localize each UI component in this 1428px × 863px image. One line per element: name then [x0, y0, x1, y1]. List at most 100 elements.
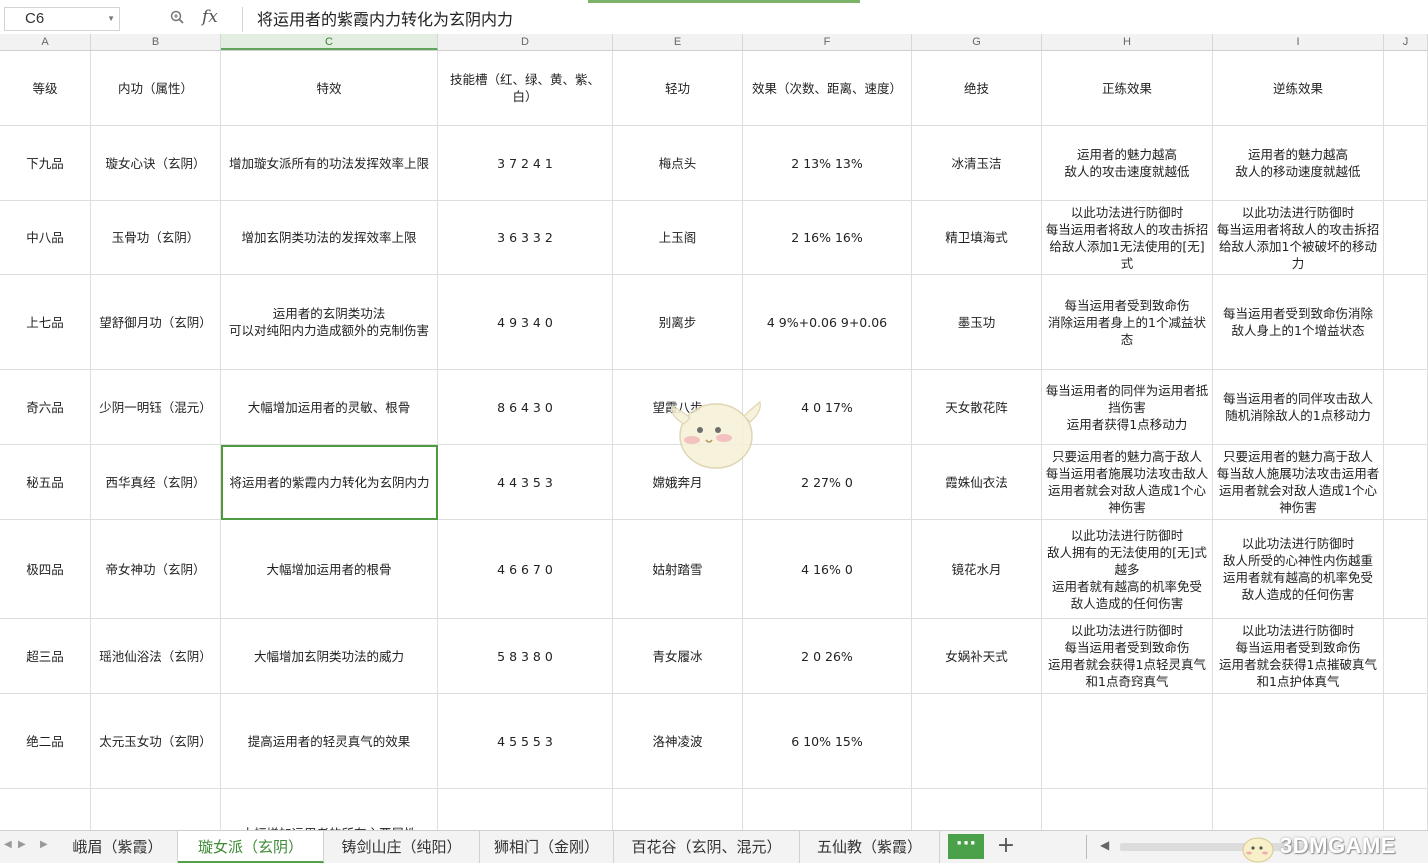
- table-cell[interactable]: 将运用者的紫霞内力转化为玄阴内力: [221, 445, 438, 520]
- table-cell[interactable]: 以此功法进行防御时 每当运用者将敌人的攻击拆招 给敌人添加1无法使用的[无]式: [1042, 201, 1213, 275]
- table-cell[interactable]: 青女履冰: [613, 619, 743, 694]
- table-cell[interactable]: 超三品: [0, 619, 91, 694]
- sheet-tab[interactable]: 峨眉（紫霞）: [58, 831, 178, 863]
- column-header-c[interactable]: C: [221, 34, 438, 50]
- column-header-i[interactable]: I: [1213, 34, 1384, 50]
- sheet-tab[interactable]: 百花谷（玄阴、混元）: [614, 831, 800, 863]
- table-cell[interactable]: 太元玉女功（玄阴）: [91, 694, 221, 789]
- header-cell[interactable]: 效果（次数、距离、速度）: [743, 51, 912, 126]
- table-cell[interactable]: 2 0 26%: [743, 619, 912, 694]
- table-cell[interactable]: 墨玉功: [912, 275, 1042, 370]
- table-cell[interactable]: 3 6 3 3 2: [438, 201, 613, 275]
- table-cell[interactable]: 3 7 2 4 1: [438, 126, 613, 201]
- table-cell[interactable]: 每当运用者的同伴攻击敌人 随机消除敌人的1点移动力: [1213, 370, 1384, 445]
- table-cell[interactable]: 镜花水月: [912, 520, 1042, 619]
- column-header-j[interactable]: J: [1384, 34, 1428, 50]
- table-cell[interactable]: 大幅增加玄阴类功法的威力: [221, 619, 438, 694]
- table-cell[interactable]: 2 16% 16%: [743, 201, 912, 275]
- table-cell[interactable]: [1384, 520, 1428, 619]
- table-cell[interactable]: [1384, 201, 1428, 275]
- table-cell[interactable]: 以此功法进行防御时 敌人所受的心神性内伤越重 运用者就有越高的机率免受 敌人造成…: [1213, 520, 1384, 619]
- table-cell[interactable]: 运用者的魅力越高 敌人的攻击速度就越低: [1042, 126, 1213, 201]
- header-cell[interactable]: 内功（属性）: [91, 51, 221, 126]
- column-header-f[interactable]: F: [743, 34, 912, 50]
- table-cell[interactable]: 大幅增加运用者的所有主要属性: [221, 789, 438, 830]
- table-cell[interactable]: [91, 789, 221, 830]
- header-cell[interactable]: 绝技: [912, 51, 1042, 126]
- table-cell[interactable]: [743, 789, 912, 830]
- table-cell[interactable]: 8 6 4 3 0: [438, 370, 613, 445]
- formula-input[interactable]: 将运用者的紫霞内力转化为玄阴内力: [242, 7, 1428, 32]
- table-cell[interactable]: 2 27% 0: [743, 445, 912, 520]
- table-cell[interactable]: 4 16% 0: [743, 520, 912, 619]
- table-cell[interactable]: 每当运用者受到致命伤 消除运用者身上的1个减益状态: [1042, 275, 1213, 370]
- table-cell[interactable]: 4 9%+0.06 9+0.06: [743, 275, 912, 370]
- table-cell[interactable]: 天女散花阵: [912, 370, 1042, 445]
- header-cell[interactable]: [1384, 51, 1428, 126]
- table-cell[interactable]: [613, 789, 743, 830]
- column-header-g[interactable]: G: [912, 34, 1042, 50]
- more-sheets-button[interactable]: ···: [948, 834, 984, 859]
- table-cell[interactable]: 梅点头: [613, 126, 743, 201]
- table-cell[interactable]: 上玉阁: [613, 201, 743, 275]
- table-cell[interactable]: 冰清玉洁: [912, 126, 1042, 201]
- header-cell[interactable]: 技能槽（红、绿、黄、紫、白）: [438, 51, 613, 126]
- table-cell[interactable]: 只要运用者的魅力高于敌人 每当敌人施展功法攻击运用者 运用者就会对敌人造成1个心…: [1213, 445, 1384, 520]
- table-cell[interactable]: [1384, 619, 1428, 694]
- next-sheet-icon[interactable]: ▶: [40, 839, 48, 850]
- zoom-icon[interactable]: [170, 10, 184, 24]
- table-cell[interactable]: 以此功法进行防御时 敌人拥有的无法使用的[无]式越多 运用者就有越高的机率免受 …: [1042, 520, 1213, 619]
- table-cell[interactable]: 运用者的玄阴类功法 可以对纯阳内力造成额外的克制伤害: [221, 275, 438, 370]
- table-cell[interactable]: 望舒御月功（玄阴）: [91, 275, 221, 370]
- column-header-e[interactable]: E: [613, 34, 743, 50]
- table-cell[interactable]: 璇女心诀（玄阴）: [91, 126, 221, 201]
- table-cell[interactable]: 以此功法进行防御时 每当运用者受到致命伤 运用者就会获得1点摧破真气 和1点护体…: [1213, 619, 1384, 694]
- header-cell[interactable]: 特效: [221, 51, 438, 126]
- header-cell[interactable]: 等级: [0, 51, 91, 126]
- table-cell[interactable]: [912, 694, 1042, 789]
- table-cell[interactable]: 玉骨功（玄阴）: [91, 201, 221, 275]
- table-cell[interactable]: 大幅增加运用者的灵敏、根骨: [221, 370, 438, 445]
- table-cell[interactable]: 极四品: [0, 520, 91, 619]
- table-cell[interactable]: [1213, 694, 1384, 789]
- sheet-tab[interactable]: 铸剑山庄（纯阳）: [324, 831, 480, 863]
- table-cell[interactable]: [1213, 789, 1384, 830]
- table-cell[interactable]: 4 4 3 5 3: [438, 445, 613, 520]
- table-cell[interactable]: 2 13% 13%: [743, 126, 912, 201]
- column-header-a[interactable]: A: [0, 34, 91, 50]
- table-cell[interactable]: 以此功法进行防御时 每当运用者将敌人的攻击拆招 给敌人添加1个被破坏的移动力: [1213, 201, 1384, 275]
- table-cell[interactable]: [1384, 126, 1428, 201]
- table-cell[interactable]: 增加璇女派所有的功法发挥效率上限: [221, 126, 438, 201]
- sheet-tab[interactable]: 狮相门（金刚）: [480, 831, 614, 863]
- table-cell[interactable]: [1384, 445, 1428, 520]
- table-cell[interactable]: 以此功法进行防御时 每当运用者受到致命伤 运用者就会获得1点轻灵真气 和1点奇窍…: [1042, 619, 1213, 694]
- scroll-left-icon[interactable]: ◀: [1100, 838, 1109, 852]
- table-cell[interactable]: [1384, 370, 1428, 445]
- table-cell[interactable]: 西华真经（玄阴）: [91, 445, 221, 520]
- table-cell[interactable]: 每当运用者受到致命伤消除 敌人身上的1个增益状态: [1213, 275, 1384, 370]
- table-cell[interactable]: 下九品: [0, 126, 91, 201]
- table-cell[interactable]: [1042, 694, 1213, 789]
- table-cell[interactable]: [1384, 694, 1428, 789]
- first-sheet-icon[interactable]: ◀: [4, 839, 12, 850]
- table-cell[interactable]: 大幅增加运用者的根骨: [221, 520, 438, 619]
- table-cell[interactable]: 运用者的魅力越高 敌人的移动速度就越低: [1213, 126, 1384, 201]
- table-cell[interactable]: 提高运用者的轻灵真气的效果: [221, 694, 438, 789]
- table-cell[interactable]: 帝女神功（玄阴）: [91, 520, 221, 619]
- name-box[interactable]: C6 ▼: [4, 7, 120, 31]
- table-cell[interactable]: [912, 789, 1042, 830]
- column-header-b[interactable]: B: [91, 34, 221, 50]
- table-cell[interactable]: 只要运用者的魅力高于敌人 每当运用者施展功法攻击敌人 运用者就会对敌人造成1个心…: [1042, 445, 1213, 520]
- table-cell[interactable]: [1384, 789, 1428, 830]
- table-cell[interactable]: 别离步: [613, 275, 743, 370]
- table-cell[interactable]: 4 5 5 5 3: [438, 694, 613, 789]
- table-cell[interactable]: 瑶池仙浴法（玄阴）: [91, 619, 221, 694]
- table-cell[interactable]: [1384, 275, 1428, 370]
- table-cell[interactable]: [1042, 789, 1213, 830]
- table-cell[interactable]: 4 6 6 7 0: [438, 520, 613, 619]
- header-cell[interactable]: 逆练效果: [1213, 51, 1384, 126]
- table-cell[interactable]: 少阴一明钰（混元）: [91, 370, 221, 445]
- table-cell[interactable]: 奇六品: [0, 370, 91, 445]
- table-cell[interactable]: [438, 789, 613, 830]
- table-cell[interactable]: 上七品: [0, 275, 91, 370]
